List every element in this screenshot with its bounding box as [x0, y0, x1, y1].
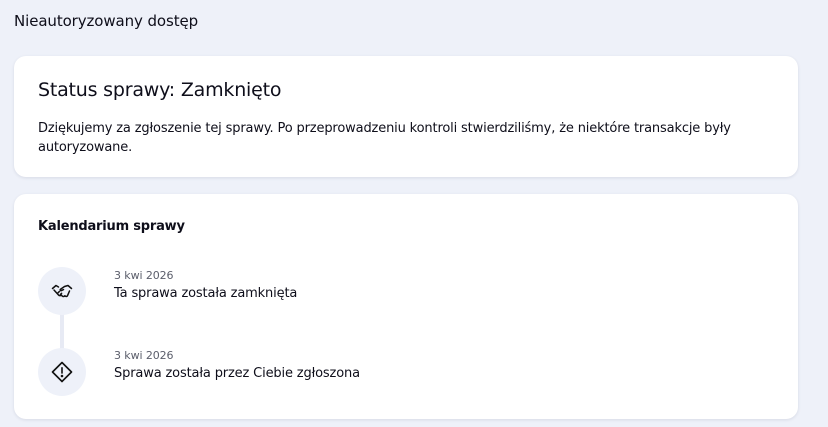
- page-title: Nieautoryzowany dostęp: [14, 12, 199, 30]
- event-date: 3 kwi 2026: [114, 349, 174, 362]
- case-status-heading: Status sprawy: Zamknięto: [38, 79, 282, 101]
- case-status-description: Dziękujemy za zgłoszenie tej sprawy. Po …: [38, 121, 731, 155]
- case-timeline-heading: Kalendarium sprawy: [38, 219, 185, 234]
- warning-diamond-icon: [38, 348, 86, 396]
- case-timeline-card: Kalendarium sprawy 3 kwi 2026 Ta sprawa …: [14, 194, 798, 419]
- case-status-card: Status sprawy: Zamknięto Dziękujemy za z…: [14, 56, 798, 177]
- event-date: 3 kwi 2026: [114, 269, 174, 282]
- event-title: Sprawa została przez Ciebie zgłoszona: [114, 366, 360, 381]
- handshake-icon: [38, 267, 86, 315]
- event-title: Ta sprawa została zamknięta: [114, 286, 298, 301]
